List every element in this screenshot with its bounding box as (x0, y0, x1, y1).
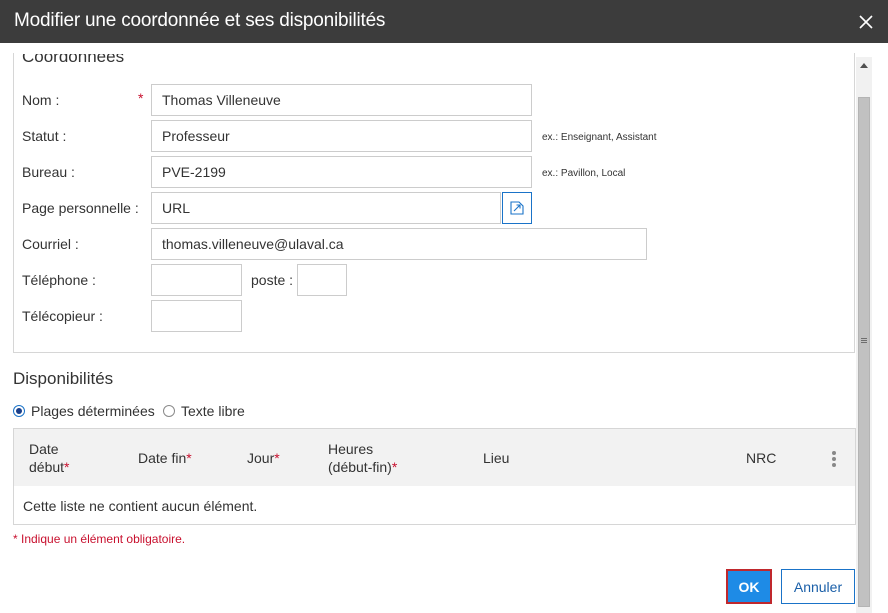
telecopieur-input[interactable] (151, 300, 242, 332)
col-heures[interactable]: Heures (début-fin)* (328, 440, 397, 476)
col-jour[interactable]: Jour* (247, 449, 280, 467)
radio-unchecked-icon (163, 405, 175, 417)
vertical-scrollbar[interactable] (856, 57, 872, 613)
page-personnelle-label: Page personnelle : (22, 200, 139, 216)
radio-texte-libre[interactable]: Texte libre (163, 403, 245, 419)
scrollbar-thumb[interactable] (858, 97, 870, 607)
disponibilites-table: Date début* Date fin* Jour* Heures (débu… (13, 428, 856, 525)
dialog-content: Coordonnées Nom : * Statut : ex.: Enseig… (0, 43, 872, 613)
disponibilites-title: Disponibilités (13, 369, 114, 388)
scroll-up-icon[interactable] (856, 57, 872, 73)
col-date-fin[interactable]: Date fin* (138, 449, 192, 467)
bureau-label: Bureau : (22, 164, 75, 180)
col-nrc[interactable]: NRC (746, 449, 776, 467)
telecopieur-label: Télécopieur : (22, 308, 103, 324)
radio-plages-determinees[interactable]: Plages déterminées (13, 403, 155, 419)
radio-plages-label: Plages déterminées (31, 403, 155, 419)
radio-checked-icon (13, 405, 25, 417)
telephone-label: Téléphone : (22, 272, 96, 288)
column-menu-icon[interactable] (830, 451, 838, 469)
poste-label: poste : (251, 272, 294, 288)
page-personnelle-input[interactable] (151, 192, 501, 224)
courriel-label: Courriel : (22, 236, 79, 252)
bureau-hint: ex.: Pavillon, Local (542, 168, 626, 179)
dialog-titlebar: Modifier une coordonnée et ses disponibi… (0, 0, 888, 43)
radio-texte-libre-label: Texte libre (181, 403, 245, 419)
statut-hint: ex.: Enseignant, Assistant (542, 132, 657, 143)
statut-label: Statut : (22, 128, 67, 144)
nom-required-marker: * (138, 90, 144, 106)
required-star: * (391, 459, 398, 475)
nom-input[interactable] (151, 84, 532, 116)
cancel-button[interactable]: Annuler (781, 569, 855, 604)
bureau-input[interactable] (151, 156, 532, 188)
statut-input[interactable] (151, 120, 532, 152)
table-empty-message: Cette liste ne contient aucun élément. (23, 498, 258, 514)
required-star: * (64, 459, 70, 475)
ok-button[interactable]: OK (726, 569, 772, 604)
col-lieu[interactable]: Lieu (483, 449, 509, 467)
poste-input[interactable] (297, 264, 347, 296)
telephone-input[interactable] (151, 264, 242, 296)
close-icon[interactable] (856, 12, 876, 32)
nom-label: Nom : (22, 92, 60, 108)
col-date-debut[interactable]: Date début* (29, 440, 70, 476)
dialog-title: Modifier une coordonnée et ses disponibi… (14, 10, 386, 31)
required-star: * (186, 450, 192, 466)
courriel-input[interactable] (151, 228, 647, 260)
required-note: * Indique un élément obligatoire. (13, 532, 186, 546)
table-header: Date début* Date fin* Jour* Heures (débu… (14, 429, 855, 486)
external-link-icon (510, 201, 524, 215)
open-link-button[interactable] (502, 192, 532, 224)
required-star: * (274, 450, 280, 466)
